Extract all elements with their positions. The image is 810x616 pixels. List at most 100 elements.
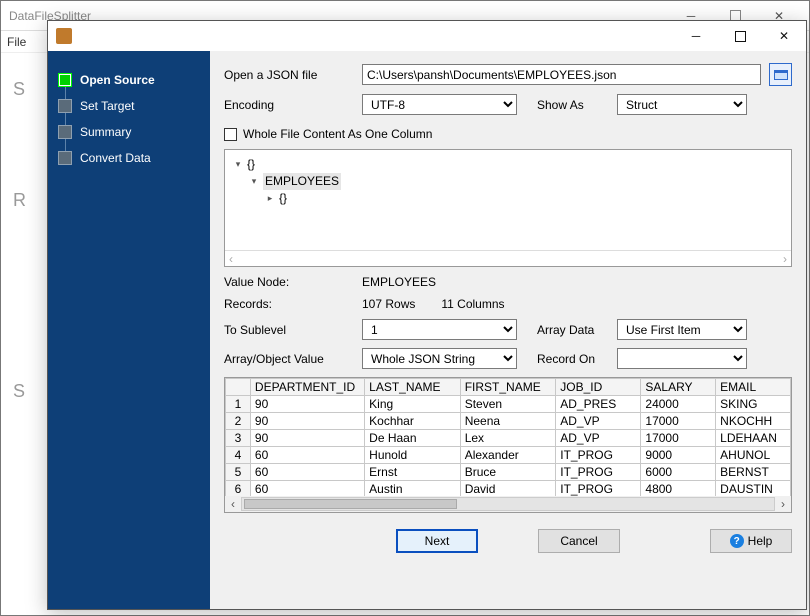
table-row[interactable]: 660AustinDavidIT_PROG4800DAUSTIN <box>226 481 791 498</box>
cell[interactable]: Steven <box>460 396 556 413</box>
column-header[interactable]: JOB_ID <box>556 379 641 396</box>
cell[interactable]: IT_PROG <box>556 464 641 481</box>
scroll-track[interactable] <box>241 497 775 511</box>
next-button[interactable]: Next <box>396 529 478 553</box>
sidebar: Open Source Set Target Summary Convert D… <box>48 51 210 609</box>
scroll-left-icon[interactable]: ‹ <box>225 497 241 511</box>
cell[interactable]: Ernst <box>365 464 461 481</box>
cell[interactable]: Kochhar <box>365 413 461 430</box>
cell[interactable]: 90 <box>250 430 364 447</box>
cell[interactable]: IT_PROG <box>556 481 641 498</box>
cell[interactable]: DAUSTIN <box>716 481 791 498</box>
browse-file-button[interactable] <box>769 63 792 86</box>
cell[interactable]: 60 <box>250 481 364 498</box>
arraydata-label: Array Data <box>537 323 609 337</box>
sublevel-select[interactable]: 1 <box>362 319 517 340</box>
chevron-down-icon[interactable]: ▾ <box>233 156 243 173</box>
table-row[interactable]: 290KochharNeenaAD_VP17000NKOCHH <box>226 413 791 430</box>
cell[interactable]: IT_PROG <box>556 447 641 464</box>
column-header[interactable]: LAST_NAME <box>365 379 461 396</box>
column-header[interactable]: SALARY <box>641 379 716 396</box>
cell[interactable]: NKOCHH <box>716 413 791 430</box>
arraydata-select[interactable]: Use First Item <box>617 319 747 340</box>
sidebar-item-set-target[interactable]: Set Target <box>58 93 200 119</box>
showas-select[interactable]: Struct <box>617 94 747 115</box>
row-number: 4 <box>226 447 251 464</box>
cell[interactable]: 6000 <box>641 464 716 481</box>
cell[interactable]: AD_VP <box>556 430 641 447</box>
value-node-label: Value Node: <box>224 275 354 289</box>
step-icon <box>58 73 72 87</box>
cell[interactable]: 90 <box>250 413 364 430</box>
cell[interactable]: 17000 <box>641 413 716 430</box>
column-header[interactable]: FIRST_NAME <box>460 379 556 396</box>
records-cols: 11 Columns <box>441 297 504 311</box>
json-tree[interactable]: ▾{} ▾EMPLOYEES ▸{} ‹ › <box>224 149 792 267</box>
recordon-label: Record On <box>537 352 609 366</box>
cell[interactable]: David <box>460 481 556 498</box>
sidebar-item-convert-data[interactable]: Convert Data <box>58 145 200 171</box>
cell[interactable]: 60 <box>250 447 364 464</box>
table-row[interactable]: 190KingStevenAD_PRES24000SKING <box>226 396 791 413</box>
cell[interactable]: Lex <box>460 430 556 447</box>
column-header[interactable]: DEPARTMENT_ID <box>250 379 364 396</box>
table-row[interactable]: 390De HaanLexAD_VP17000LDEHAAN <box>226 430 791 447</box>
cell[interactable]: De Haan <box>365 430 461 447</box>
cell[interactable]: Bruce <box>460 464 556 481</box>
cell[interactable]: 60 <box>250 464 364 481</box>
tree-node-employees[interactable]: EMPLOYEES <box>263 173 341 190</box>
scroll-right-icon[interactable]: › <box>775 497 791 511</box>
step-icon <box>58 125 72 139</box>
cell[interactable]: King <box>365 396 461 413</box>
dialog-close-button[interactable]: ✕ <box>762 22 806 50</box>
step-icon <box>58 151 72 165</box>
cell[interactable]: AD_PRES <box>556 396 641 413</box>
cell[interactable]: Neena <box>460 413 556 430</box>
encoding-select[interactable]: UTF-8 <box>362 94 517 115</box>
cell[interactable]: 4800 <box>641 481 716 498</box>
folder-open-icon <box>774 70 788 80</box>
button-row: Next Cancel ? Help <box>224 521 792 553</box>
encoding-label: Encoding <box>224 98 354 112</box>
chevron-right-icon[interactable]: ▸ <box>265 190 275 207</box>
scroll-thumb[interactable] <box>244 499 457 509</box>
dialog-minimize-button[interactable]: ─ <box>674 22 718 50</box>
showas-label: Show As <box>537 98 609 112</box>
sidebar-item-open-source[interactable]: Open Source <box>58 67 200 93</box>
table-row[interactable]: 560ErnstBruceIT_PROG6000BERNST <box>226 464 791 481</box>
cancel-button[interactable]: Cancel <box>538 529 620 553</box>
dialog-maximize-button[interactable] <box>718 22 762 50</box>
chevron-down-icon[interactable]: ▾ <box>249 173 259 190</box>
cell[interactable]: AHUNOL <box>716 447 791 464</box>
step-icon <box>58 99 72 113</box>
records-rows: 107 Rows <box>362 297 415 311</box>
tree-scrollbar[interactable]: ‹ › <box>225 250 791 266</box>
cell[interactable]: LDEHAAN <box>716 430 791 447</box>
cell[interactable]: Austin <box>365 481 461 498</box>
whole-file-checkbox[interactable]: Whole File Content As One Column <box>224 127 432 141</box>
cell[interactable]: 17000 <box>641 430 716 447</box>
cell[interactable]: 24000 <box>641 396 716 413</box>
preview-grid[interactable]: DEPARTMENT_IDLAST_NAMEFIRST_NAMEJOB_IDSA… <box>224 377 792 513</box>
cell[interactable]: BERNST <box>716 464 791 481</box>
sidebar-item-summary[interactable]: Summary <box>58 119 200 145</box>
cell[interactable]: 90 <box>250 396 364 413</box>
cell[interactable]: SKING <box>716 396 791 413</box>
column-header[interactable]: EMAIL <box>716 379 791 396</box>
open-file-label: Open a JSON file <box>224 68 354 82</box>
cell[interactable]: Alexander <box>460 447 556 464</box>
row-number: 1 <box>226 396 251 413</box>
cell[interactable]: 9000 <box>641 447 716 464</box>
arrobj-select[interactable]: Whole JSON String <box>362 348 517 369</box>
cell[interactable]: AD_VP <box>556 413 641 430</box>
grid-scrollbar[interactable]: ‹ › <box>225 496 791 512</box>
help-button[interactable]: ? Help <box>710 529 792 553</box>
row-number: 3 <box>226 430 251 447</box>
scroll-left-icon[interactable]: ‹ <box>229 252 233 266</box>
cell[interactable]: Hunold <box>365 447 461 464</box>
menu-file[interactable]: File <box>7 35 26 49</box>
scroll-right-icon[interactable]: › <box>783 252 787 266</box>
table-row[interactable]: 460HunoldAlexanderIT_PROG9000AHUNOL <box>226 447 791 464</box>
file-path-input[interactable] <box>362 64 761 85</box>
recordon-select[interactable] <box>617 348 747 369</box>
